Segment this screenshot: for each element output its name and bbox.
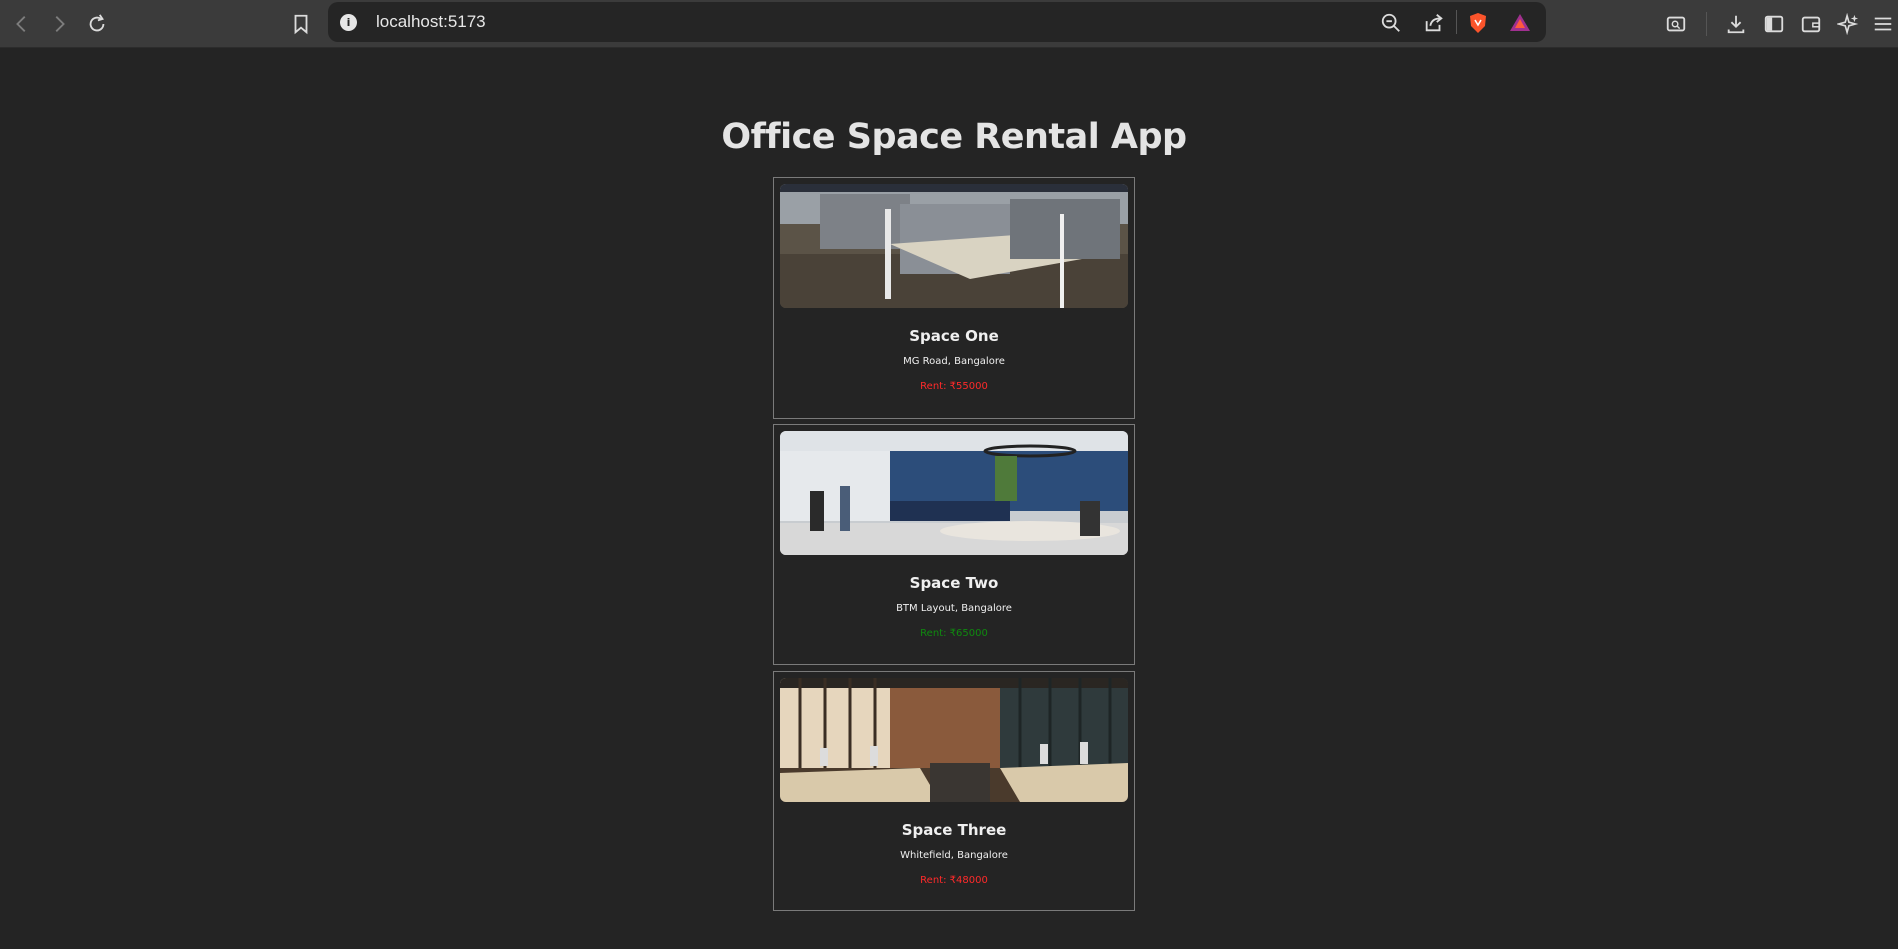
space-rent: Rent: ₹55000	[920, 381, 988, 392]
space-card: Space Three Whitefield, Bangalore Rent: …	[773, 671, 1135, 911]
office-photo	[780, 678, 1128, 802]
site-info-icon[interactable]: i	[340, 14, 357, 31]
leo-ai-icon[interactable]	[1834, 10, 1862, 38]
brave-shield-icon[interactable]	[1466, 11, 1490, 35]
browser-toolbar: i localhost:5173	[0, 0, 1898, 48]
space-card: Space One MG Road, Bangalore Rent: ₹5500…	[773, 177, 1135, 419]
back-arrow-icon[interactable]	[8, 10, 36, 38]
page-title: Office Space Rental App	[721, 117, 1187, 157]
space-rent: Rent: ₹65000	[920, 628, 988, 639]
download-icon[interactable]	[1722, 10, 1750, 38]
space-card: Space Two BTM Layout, Bangalore Rent: ₹6…	[773, 424, 1135, 665]
office-photo	[780, 431, 1128, 555]
sidebar-icon[interactable]	[1760, 10, 1788, 38]
url-text[interactable]: localhost:5173	[376, 12, 486, 32]
zoom-icon[interactable]	[1379, 11, 1403, 35]
office-photo	[780, 184, 1128, 308]
forward-arrow-icon[interactable]	[45, 10, 73, 38]
space-name: Space One	[909, 327, 999, 345]
address-bar[interactable]: i localhost:5173	[328, 2, 1546, 42]
space-location: BTM Layout, Bangalore	[896, 603, 1012, 614]
wallet-icon[interactable]	[1797, 10, 1825, 38]
share-icon[interactable]	[1422, 11, 1446, 35]
menu-icon[interactable]	[1870, 10, 1896, 38]
search-page-icon[interactable]	[1662, 10, 1690, 38]
reload-icon[interactable]	[83, 10, 111, 38]
space-location: MG Road, Bangalore	[903, 356, 1005, 367]
brave-rewards-icon[interactable]	[1508, 11, 1532, 35]
space-location: Whitefield, Bangalore	[900, 850, 1008, 861]
space-rent: Rent: ₹48000	[920, 875, 988, 886]
space-name: Space Three	[901, 821, 1007, 839]
bookmark-icon[interactable]	[287, 10, 315, 38]
space-name: Space Two	[909, 574, 999, 592]
